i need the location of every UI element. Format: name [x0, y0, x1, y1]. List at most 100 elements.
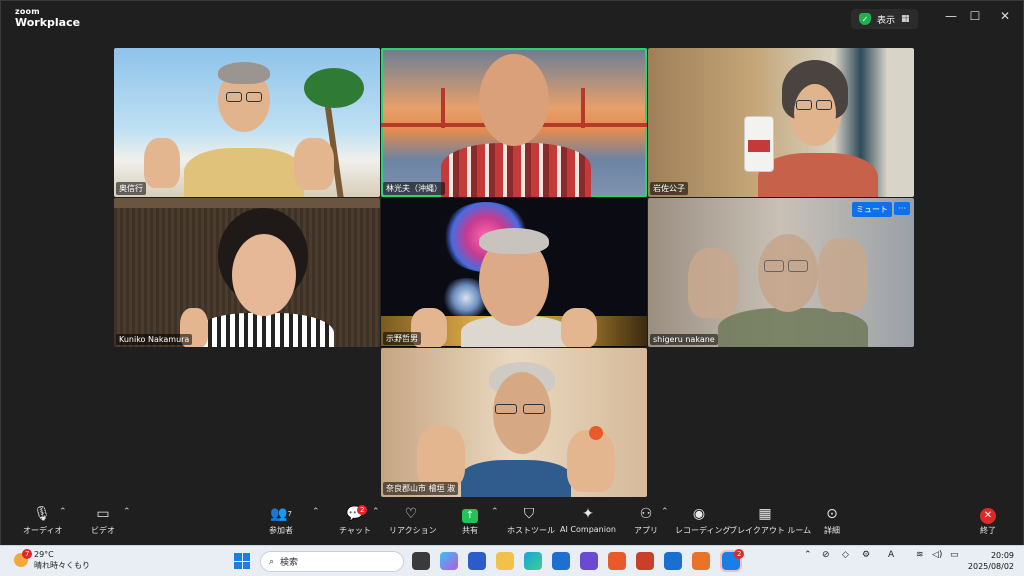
share-arrow-icon: ↑	[457, 505, 483, 523]
close-icon: ✕	[975, 505, 1001, 524]
participants-icon: 👥7	[270, 506, 292, 522]
chat-label: チャット	[339, 526, 371, 535]
more-dots-icon: ⊙	[826, 506, 838, 522]
taskbar-search[interactable]: ⌕ 検索	[260, 551, 404, 572]
title-bar: zoom Workplace ✓ 表示 ▦ — ☐ ✕	[1, 1, 1023, 35]
participant-name: 岩佐公子	[650, 182, 688, 195]
end-label: 終了	[980, 526, 996, 535]
zoom-app-badge: 2	[734, 549, 745, 559]
clock-date: 2025/08/02	[967, 562, 1014, 571]
more-button[interactable]: ⊙ 詳細	[819, 505, 845, 536]
participant-name: 奥信行	[116, 182, 146, 195]
ai-companion-label: AI Companion	[560, 525, 616, 534]
zoom-logo: zoom Workplace	[15, 7, 81, 29]
audio-button[interactable]: 🎙 オーディオ	[23, 505, 63, 536]
video-tile[interactable]: 示野哲男	[381, 198, 647, 347]
search-placeholder: 検索	[280, 558, 299, 568]
share-button[interactable]: ↑ 共有	[457, 505, 483, 536]
copilot-icon[interactable]	[440, 552, 458, 570]
participant-name: shigeru nakane	[650, 334, 718, 345]
mute-button[interactable]: ミュート	[852, 202, 892, 217]
view-label: 表示	[877, 15, 896, 26]
meeting-toolbar: 🎙 オーディオ ⌃ ▭ ビデオ ⌃ 👥7 参加者 ⌃ 💬 チャット 2 ⌃ ♡ …	[1, 499, 1023, 545]
participants-count: 7	[287, 510, 292, 518]
more-options-button[interactable]: ···	[894, 202, 910, 215]
edge-icon[interactable]	[524, 552, 542, 570]
participants-options-caret[interactable]: ⌃	[312, 507, 320, 517]
word-icon[interactable]	[468, 552, 486, 570]
video-tile[interactable]: ミュート ··· shigeru nakane	[648, 198, 914, 347]
logo-line1: zoom	[15, 7, 40, 16]
view-button[interactable]: ✓ 表示 ▦	[851, 9, 918, 29]
apps-button[interactable]: ⚇ アプリ	[633, 505, 659, 536]
battery-icon[interactable]: ▭	[950, 550, 959, 560]
apps-icon: ⚇	[639, 506, 653, 522]
task-view-icon[interactable]	[412, 552, 430, 570]
store-icon[interactable]	[552, 552, 570, 570]
breakout-label: ブレイクアウト ルーム	[729, 526, 812, 535]
participants-button[interactable]: 👥7 参加者	[263, 505, 299, 536]
clock-time: 20:09	[990, 551, 1014, 560]
tray-app-icon[interactable]: ◇	[842, 550, 849, 560]
microphone-icon: 🎙	[33, 506, 51, 522]
video-tile[interactable]: 岩佐公子	[648, 48, 914, 197]
host-tools-label: ホストツール	[507, 526, 555, 535]
tray-chevron-icon[interactable]: ⌃	[804, 550, 812, 560]
end-meeting-button[interactable]: ✕ 終了	[975, 505, 1001, 536]
weather-text: 晴れ時々くもり	[34, 561, 90, 570]
shield-icon: ⛉	[523, 506, 535, 522]
breakout-grid-icon: ▦	[758, 506, 772, 522]
share-label: 共有	[462, 526, 478, 535]
close-window-icon[interactable]: ✕	[995, 9, 1015, 23]
reactions-button[interactable]: ♡ リアクション	[389, 505, 437, 536]
chat-options-caret[interactable]: ⌃	[372, 507, 380, 517]
security-shield-icon: ✓	[859, 13, 871, 25]
app-icon[interactable]	[608, 552, 626, 570]
tray-app-icon[interactable]: ⚙	[862, 550, 870, 560]
video-tile-active[interactable]: 林光夫（沖縄）	[381, 48, 647, 197]
audio-label: オーディオ	[23, 526, 63, 535]
outlook-icon[interactable]	[664, 552, 682, 570]
weather-badge: 7	[22, 549, 33, 559]
apps-label: アプリ	[634, 526, 658, 535]
more-label: 詳細	[824, 526, 840, 535]
grid-icon: ▦	[901, 14, 910, 24]
app-icon[interactable]	[580, 552, 598, 570]
video-button[interactable]: ▭ ビデオ	[87, 505, 119, 536]
video-tile[interactable]: Kuniko Nakamura	[114, 198, 380, 347]
wifi-icon[interactable]: ≋	[916, 550, 924, 560]
search-icon: ⌕	[269, 556, 275, 567]
heart-icon: ♡	[404, 506, 418, 522]
weather-widget[interactable]: 7 29°C 晴れ時々くもり	[14, 549, 90, 571]
zoom-window: zoom Workplace ✓ 表示 ▦ — ☐ ✕ 奥信行 林光夫（沖縄） …	[0, 0, 1024, 545]
video-tile[interactable]: 奥信行	[114, 48, 380, 197]
start-button-icon[interactable]	[234, 553, 250, 569]
ai-companion-button[interactable]: ✦ AI Companion	[559, 505, 617, 534]
video-tile[interactable]: 奈良郡山市 檜垣 淑	[381, 348, 647, 497]
minimize-icon[interactable]: —	[941, 9, 961, 23]
audio-options-caret[interactable]: ⌃	[59, 507, 67, 517]
maximize-icon[interactable]: ☐	[965, 9, 985, 23]
participant-name: Kuniko Nakamura	[116, 334, 193, 345]
system-clock[interactable]: 20:09 2025/08/02	[968, 550, 1014, 572]
video-label: ビデオ	[91, 526, 115, 535]
tray-app-icon[interactable]: ⊘	[822, 550, 830, 560]
recording-button[interactable]: ◉ レコーディング	[675, 505, 731, 536]
temperature: 29°C	[34, 550, 54, 559]
chat-button[interactable]: 💬 チャット 2	[339, 505, 371, 536]
file-explorer-icon[interactable]	[496, 552, 514, 570]
video-gallery: 奥信行 林光夫（沖縄） 岩佐公子 Kuniko Nakamura 示野哲男 ミュ…	[1, 35, 1023, 499]
participant-name: 林光夫（沖縄）	[383, 182, 445, 195]
recording-label: レコーディング	[675, 526, 731, 535]
ime-indicator[interactable]: A	[888, 550, 894, 560]
apps-options-caret[interactable]: ⌃	[661, 507, 669, 517]
logo-line2: Workplace	[15, 16, 81, 29]
powerpoint-icon[interactable]	[636, 552, 654, 570]
host-tools-button[interactable]: ⛉ ホストツール	[507, 505, 555, 536]
record-icon: ◉	[692, 506, 706, 522]
share-options-caret[interactable]: ⌃	[491, 507, 499, 517]
firefox-icon[interactable]	[692, 552, 710, 570]
volume-icon[interactable]: ◁)	[932, 550, 942, 560]
breakout-rooms-button[interactable]: ▦ ブレイクアウト ルーム	[729, 505, 812, 536]
video-options-caret[interactable]: ⌃	[123, 507, 131, 517]
